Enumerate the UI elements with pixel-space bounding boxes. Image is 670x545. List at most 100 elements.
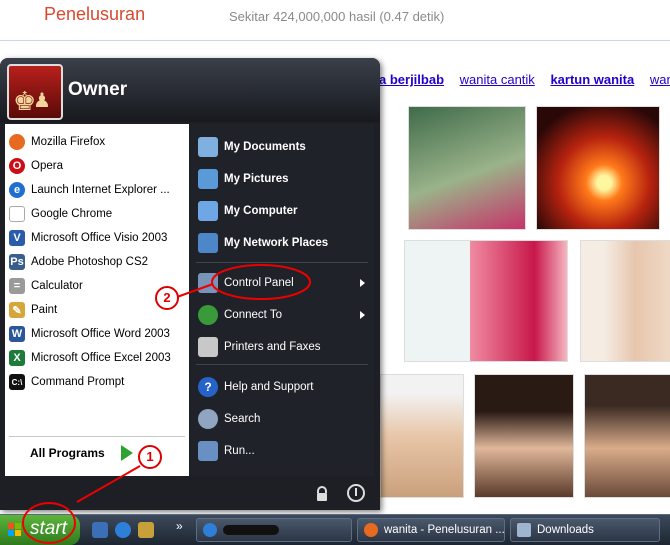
program-item[interactable]: W Microsoft Office Word 2003 bbox=[9, 323, 170, 345]
program-label: Google Chrome bbox=[31, 208, 113, 220]
paint-icon: ✎ bbox=[9, 302, 25, 318]
program-label: Adobe Photoshop CS2 bbox=[31, 256, 149, 268]
power-icon[interactable] bbox=[347, 484, 365, 502]
program-label: Launch Internet Explorer ... bbox=[31, 184, 170, 196]
taskbar-item[interactable] bbox=[196, 518, 352, 542]
image-result[interactable] bbox=[536, 106, 660, 230]
connect-to-item[interactable]: Connect To bbox=[198, 302, 282, 328]
system-places: My Documents My Pictures My Computer My … bbox=[190, 124, 374, 476]
internet-explorer-icon bbox=[203, 523, 217, 537]
annotation-number: 2 bbox=[155, 286, 179, 310]
place-label: My Network Places bbox=[224, 237, 329, 249]
command-prompt-icon: C:\ bbox=[9, 374, 25, 390]
program-label: Microsoft Office Visio 2003 bbox=[31, 232, 168, 244]
run-item[interactable]: Run... bbox=[198, 438, 255, 464]
program-item[interactable]: = Calculator bbox=[9, 275, 83, 297]
place-label: Printers and Faxes bbox=[224, 341, 321, 353]
divider bbox=[9, 436, 185, 437]
taskbar-item[interactable]: wanita - Penelusuran ... bbox=[357, 518, 505, 542]
documents-icon bbox=[198, 137, 218, 157]
related-search-link[interactable]: wanita cantik bbox=[460, 72, 535, 87]
image-result[interactable] bbox=[474, 374, 574, 498]
program-label: Microsoft Office Excel 2003 bbox=[31, 352, 171, 364]
arrow-right-icon bbox=[121, 445, 133, 461]
program-label: Paint bbox=[31, 304, 58, 316]
image-result[interactable] bbox=[404, 240, 568, 362]
divider bbox=[196, 262, 368, 263]
image-result[interactable] bbox=[380, 374, 464, 498]
internet-explorer-icon: e bbox=[9, 182, 25, 198]
related-search-link[interactable]: a berjilbab bbox=[379, 72, 444, 87]
place-label: My Computer bbox=[224, 205, 298, 217]
header-divider bbox=[0, 40, 670, 41]
program-item[interactable]: C:\ Command Prompt bbox=[9, 371, 124, 393]
program-item[interactable]: e Launch Internet Explorer ... bbox=[9, 179, 170, 201]
control-panel-item[interactable]: Control Panel bbox=[198, 270, 294, 296]
related-search-link[interactable]: kartun wanita bbox=[550, 72, 634, 87]
place-label: My Documents bbox=[224, 141, 306, 153]
program-item[interactable]: V Microsoft Office Visio 2003 bbox=[9, 227, 167, 249]
chrome-icon bbox=[9, 206, 25, 222]
connect-icon bbox=[198, 305, 218, 325]
place-label: Run... bbox=[224, 445, 255, 457]
program-item[interactable]: Ps Adobe Photoshop CS2 bbox=[9, 251, 148, 273]
related-searches: a berjilbab wanita cantik kartun wanita … bbox=[379, 72, 670, 87]
image-result[interactable] bbox=[584, 374, 670, 498]
network-icon bbox=[198, 233, 218, 253]
help-and-support-item[interactable]: ? Help and Support bbox=[198, 374, 314, 400]
place-label: Search bbox=[224, 413, 261, 425]
word-icon: W bbox=[9, 326, 25, 342]
quick-launch-icon[interactable] bbox=[138, 522, 154, 538]
program-item[interactable]: X Microsoft Office Excel 2003 bbox=[9, 347, 171, 369]
page-title: Penelusuran bbox=[44, 4, 146, 24]
taskbar-item[interactable]: Downloads bbox=[510, 518, 660, 542]
downloads-icon bbox=[517, 523, 531, 537]
lock-icon[interactable] bbox=[314, 486, 330, 502]
run-icon bbox=[198, 441, 218, 461]
user-name: Owner bbox=[68, 79, 128, 100]
program-label: Opera bbox=[31, 160, 63, 172]
program-label: Command Prompt bbox=[31, 376, 125, 388]
place-label: Connect To bbox=[224, 309, 282, 321]
taskbar: start » wanita - Penelusuran ... Downloa… bbox=[0, 514, 670, 545]
start-button[interactable]: start bbox=[0, 515, 80, 545]
show-desktop-icon[interactable] bbox=[92, 522, 108, 538]
redacted-label bbox=[223, 525, 279, 535]
computer-icon bbox=[198, 201, 218, 221]
result-stats: Sekitar 424,000,000 hasil (0.47 detik) bbox=[229, 9, 445, 24]
submenu-arrow-icon bbox=[360, 311, 365, 319]
excel-icon: X bbox=[9, 350, 25, 366]
image-result[interactable] bbox=[580, 240, 670, 362]
program-item[interactable]: Google Chrome bbox=[9, 203, 112, 225]
firefox-icon bbox=[9, 134, 25, 150]
start-menu-header: ♚ ♟ Owner bbox=[0, 58, 380, 122]
program-label: Calculator bbox=[31, 280, 83, 292]
windows-flag-icon bbox=[8, 523, 22, 537]
printers-and-faxes-item[interactable]: Printers and Faxes bbox=[198, 334, 321, 360]
image-result[interactable] bbox=[408, 106, 526, 230]
place-label: My Pictures bbox=[224, 173, 289, 185]
my-computer-item[interactable]: My Computer bbox=[198, 198, 297, 224]
place-label: Control Panel bbox=[224, 277, 294, 289]
chevron-more-icon[interactable]: » bbox=[176, 519, 183, 533]
avatar[interactable]: ♚ ♟ bbox=[7, 64, 63, 120]
photoshop-icon: Ps bbox=[9, 254, 25, 270]
search-item[interactable]: Search bbox=[198, 406, 260, 432]
visio-icon: V bbox=[9, 230, 25, 246]
all-programs-button[interactable]: All Programs bbox=[30, 446, 105, 460]
annotation-number: 1 bbox=[138, 445, 162, 469]
my-documents-item[interactable]: My Documents bbox=[198, 134, 306, 160]
pictures-icon bbox=[198, 169, 218, 189]
search-icon bbox=[198, 409, 218, 429]
program-label: Microsoft Office Word 2003 bbox=[31, 328, 170, 340]
firefox-icon bbox=[364, 523, 378, 537]
program-item[interactable]: Mozilla Firefox bbox=[9, 131, 105, 153]
related-search-link[interactable]: wanita bbox=[650, 72, 670, 87]
my-network-places-item[interactable]: My Network Places bbox=[198, 230, 328, 256]
internet-explorer-icon[interactable] bbox=[115, 522, 131, 538]
control-panel-icon bbox=[198, 273, 218, 293]
program-item[interactable]: O Opera bbox=[9, 155, 63, 177]
submenu-arrow-icon bbox=[360, 279, 365, 287]
my-pictures-item[interactable]: My Pictures bbox=[198, 166, 289, 192]
program-item[interactable]: ✎ Paint bbox=[9, 299, 57, 321]
